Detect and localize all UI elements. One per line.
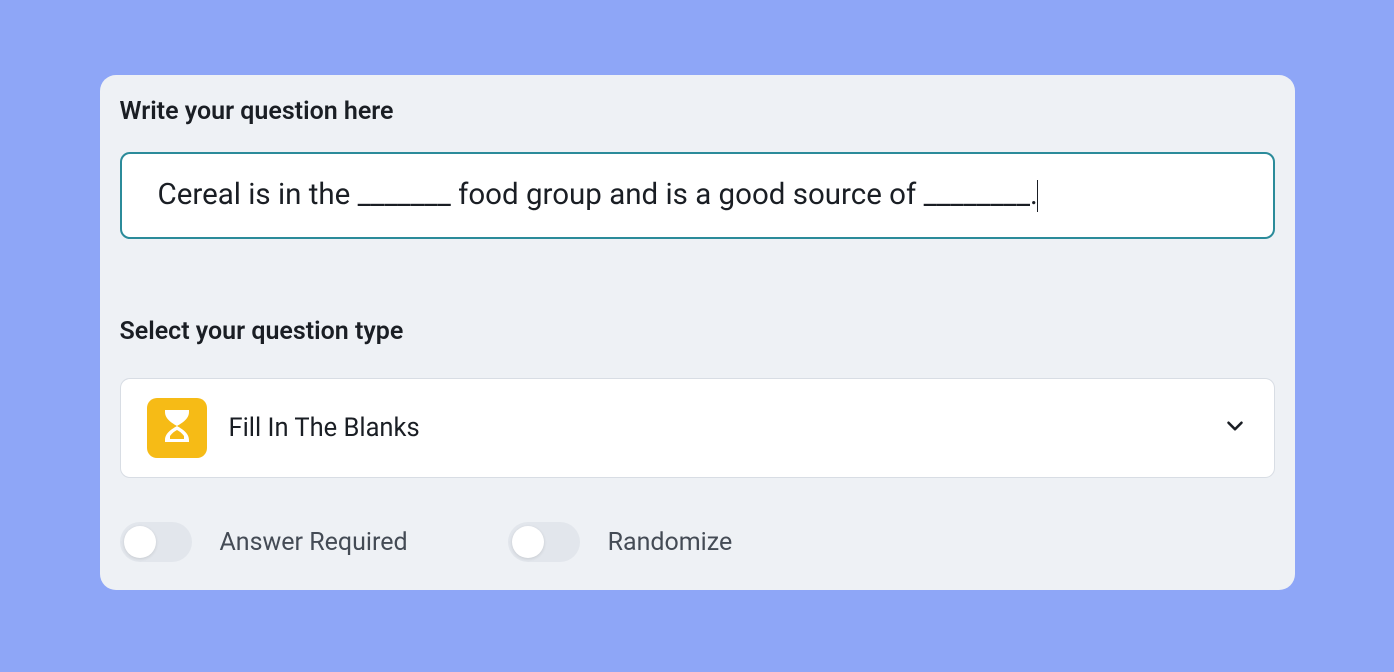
hourglass-icon xyxy=(162,408,192,448)
answer-required-label: Answer Required xyxy=(220,528,408,557)
text-cursor xyxy=(1037,180,1039,212)
answer-required-toggle[interactable] xyxy=(120,522,192,562)
toggle-knob xyxy=(124,526,156,558)
randomize-label: Randomize xyxy=(608,528,733,557)
question-input-wrap: Cereal is in the _______ food group and … xyxy=(120,152,1275,239)
chevron-down-icon xyxy=(1222,413,1248,443)
randomize-group: Randomize xyxy=(508,522,733,562)
question-input[interactable]: Cereal is in the _______ food group and … xyxy=(120,152,1275,239)
question-input-text: Cereal is in the _______ food group and … xyxy=(158,178,1038,212)
answer-required-group: Answer Required xyxy=(120,522,408,562)
toggle-knob xyxy=(512,526,544,558)
question-type-icon-box xyxy=(147,398,207,458)
question-type-selected: Fill In The Blanks xyxy=(229,413,1200,443)
question-input-label: Write your question here xyxy=(120,97,1275,126)
question-editor-card: Write your question here Cereal is in th… xyxy=(100,75,1295,590)
toggles-row: Answer Required Randomize xyxy=(120,522,1275,562)
question-type-label: Select your question type xyxy=(120,317,1275,346)
randomize-toggle[interactable] xyxy=(508,522,580,562)
question-type-dropdown[interactable]: Fill In The Blanks xyxy=(120,378,1275,478)
